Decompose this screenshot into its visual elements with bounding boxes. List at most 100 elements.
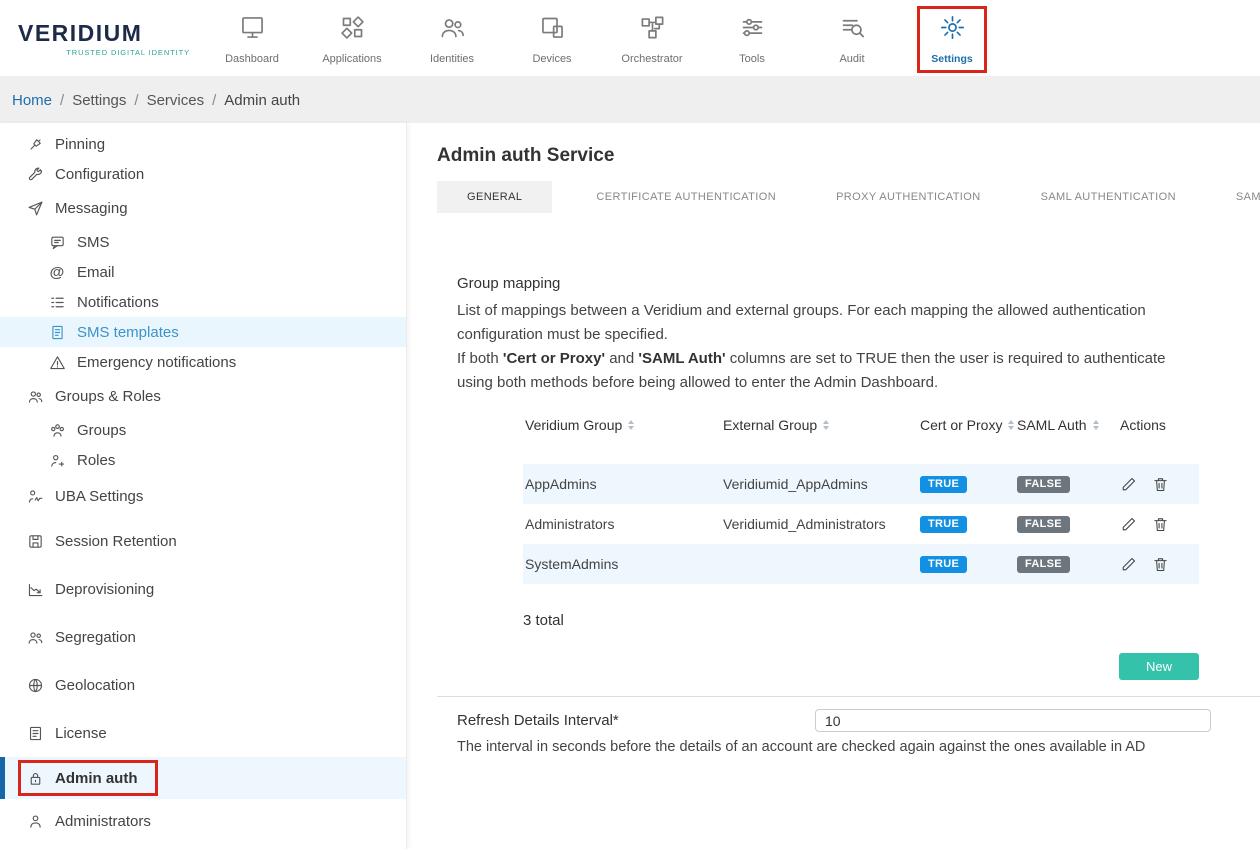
- sidebar-item-groups[interactable]: Groups: [0, 415, 406, 445]
- group-mapping-table: Veridium Group External Group Cert or Pr…: [523, 409, 1199, 584]
- sidebar-item-deprovisioning[interactable]: Deprovisioning: [0, 565, 406, 613]
- nav-item-orchestrator[interactable]: Orchestrator: [602, 8, 702, 69]
- sidebar-item-geolocation[interactable]: Geolocation: [0, 661, 406, 709]
- notifications-list-icon: [48, 293, 66, 311]
- tab-saml-authentication[interactable]: SAML AUTHENTICATION: [1025, 181, 1192, 213]
- cell-external-group: Veridiumid_AppAdmins: [723, 476, 920, 492]
- applications-icon: [339, 14, 366, 46]
- sidebar-item-admin-auth[interactable]: Admin auth: [0, 757, 406, 799]
- table-row: Administrators Veridiumid_Administrators…: [523, 504, 1199, 544]
- edit-button[interactable]: [1120, 516, 1137, 533]
- sort-icon[interactable]: [628, 420, 634, 430]
- tab-proxy-authentication[interactable]: PROXY AUTHENTICATION: [820, 181, 997, 213]
- wrench-icon: [26, 165, 44, 183]
- sidebar-item-emergency-notifications[interactable]: Emergency notifications: [0, 347, 406, 377]
- sidebar-item-license[interactable]: License: [0, 709, 406, 757]
- edit-button[interactable]: [1120, 476, 1137, 493]
- sidebar-item-administrators[interactable]: Administrators: [0, 799, 406, 843]
- sidebar-item-sms-templates[interactable]: SMS templates: [0, 317, 406, 347]
- tab-saml-keystore[interactable]: SAML KE: [1220, 181, 1260, 213]
- column-header-external-group[interactable]: External Group: [723, 417, 920, 433]
- column-header-actions: Actions: [1120, 417, 1199, 433]
- group-mapping-section: Group mapping List of mappings between a…: [437, 275, 1260, 680]
- cell-veridium-group: SystemAdmins: [523, 556, 723, 572]
- audit-icon: [839, 14, 866, 46]
- nav-item-dashboard[interactable]: Dashboard: [202, 8, 302, 69]
- nav-item-settings[interactable]: Settings: [902, 8, 1002, 69]
- breadcrumb-current: Admin auth: [224, 92, 300, 109]
- dashboard-icon: [239, 14, 266, 46]
- column-header-saml-auth[interactable]: SAML Auth: [1017, 417, 1120, 433]
- lock-icon: [26, 769, 44, 787]
- sort-icon[interactable]: [1008, 420, 1014, 430]
- group-mapping-heading: Group mapping: [457, 275, 1260, 292]
- uba-icon: [26, 487, 44, 505]
- new-button-row: New: [457, 653, 1199, 680]
- column-header-cert-or-proxy[interactable]: Cert or Proxy: [920, 417, 1017, 433]
- edit-button[interactable]: [1120, 556, 1137, 573]
- segregation-users-icon: [26, 628, 44, 646]
- sidebar-item-groups-and-roles[interactable]: Groups & Roles: [0, 377, 406, 415]
- breadcrumb-services[interactable]: Services: [147, 92, 205, 109]
- cell-external-group: Veridiumid_Administrators: [723, 516, 920, 532]
- text-segment-bold: 'SAML Auth': [638, 350, 725, 367]
- main-nav: Dashboard Applications Identities Device…: [202, 8, 1002, 69]
- send-icon: [26, 199, 44, 217]
- section-divider: [437, 696, 1260, 697]
- sidebar-item-pinning[interactable]: Pinning: [0, 129, 406, 159]
- sidebar-item-segregation[interactable]: Segregation: [0, 613, 406, 661]
- cert-or-proxy-badge: TRUE: [920, 476, 967, 493]
- refresh-interval-input[interactable]: [815, 709, 1211, 732]
- group-mapping-desc-2: If both 'Cert or Proxy' and 'SAML Auth' …: [457, 347, 1205, 395]
- nav-item-devices[interactable]: Devices: [502, 8, 602, 69]
- template-document-icon: [48, 323, 66, 341]
- text-segment: and: [605, 350, 638, 367]
- sort-icon[interactable]: [1093, 420, 1099, 430]
- refresh-interval-help: The interval in seconds before the detai…: [457, 739, 1260, 755]
- delete-button[interactable]: [1152, 556, 1169, 573]
- column-header-veridium-group[interactable]: Veridium Group: [523, 417, 723, 433]
- table-row: SystemAdmins TRUE FALSE: [523, 544, 1199, 584]
- sidebar-item-messaging[interactable]: Messaging: [0, 189, 406, 227]
- nav-item-identities[interactable]: Identities: [402, 8, 502, 69]
- table-header-row: Veridium Group External Group Cert or Pr…: [523, 409, 1199, 441]
- devices-icon: [539, 14, 566, 46]
- tab-general[interactable]: GENERAL: [437, 181, 552, 213]
- breadcrumb-separator: /: [212, 92, 216, 109]
- settings-gear-icon: [939, 14, 966, 46]
- groups-icon: [48, 421, 66, 439]
- sidebar-item-session-retention[interactable]: Session Retention: [0, 517, 406, 565]
- tab-bar: GENERAL CERTIFICATE AUTHENTICATION PROXY…: [437, 181, 1260, 213]
- veridium-logo[interactable]: VERIDIUM TRUSTED DIGITAL IDENTITY: [18, 20, 190, 57]
- sidebar-item-roles[interactable]: Roles: [0, 445, 406, 475]
- cert-or-proxy-badge: TRUE: [920, 556, 967, 573]
- group-mapping-desc-1: List of mappings between a Veridium and …: [457, 299, 1205, 347]
- nav-item-tools[interactable]: Tools: [702, 8, 802, 69]
- delete-button[interactable]: [1152, 516, 1169, 533]
- main-content: Admin auth Service GENERAL CERTIFICATE A…: [407, 123, 1260, 849]
- save-disk-icon: [26, 532, 44, 550]
- breadcrumb-home[interactable]: Home: [12, 92, 52, 109]
- brand-name: VERIDIUM: [18, 20, 190, 47]
- breadcrumb-settings[interactable]: Settings: [72, 92, 126, 109]
- new-button[interactable]: New: [1119, 653, 1199, 680]
- sidebar-item-notifications[interactable]: Notifications: [0, 287, 406, 317]
- globe-icon: [26, 676, 44, 694]
- warning-triangle-icon: [48, 353, 66, 371]
- sidebar-item-uba-settings[interactable]: UBA Settings: [0, 475, 406, 517]
- nav-item-applications[interactable]: Applications: [302, 8, 402, 69]
- text-segment-bold: 'Cert or Proxy': [503, 350, 605, 367]
- sidebar-item-sms[interactable]: SMS: [0, 227, 406, 257]
- table-row: AppAdmins Veridiumid_AppAdmins TRUE FALS…: [523, 464, 1199, 504]
- refresh-interval-label: Refresh Details Interval*: [457, 709, 815, 729]
- sidebar-item-email[interactable]: @ Email: [0, 257, 406, 287]
- license-document-icon: [26, 724, 44, 742]
- brand-tagline: TRUSTED DIGITAL IDENTITY: [18, 48, 190, 57]
- identities-icon: [439, 14, 466, 46]
- tab-certificate-authentication[interactable]: CERTIFICATE AUTHENTICATION: [580, 181, 792, 213]
- nav-item-audit[interactable]: Audit: [802, 8, 902, 69]
- sms-icon: [48, 233, 66, 251]
- sort-icon[interactable]: [823, 420, 829, 430]
- delete-button[interactable]: [1152, 476, 1169, 493]
- sidebar-item-configuration[interactable]: Configuration: [0, 159, 406, 189]
